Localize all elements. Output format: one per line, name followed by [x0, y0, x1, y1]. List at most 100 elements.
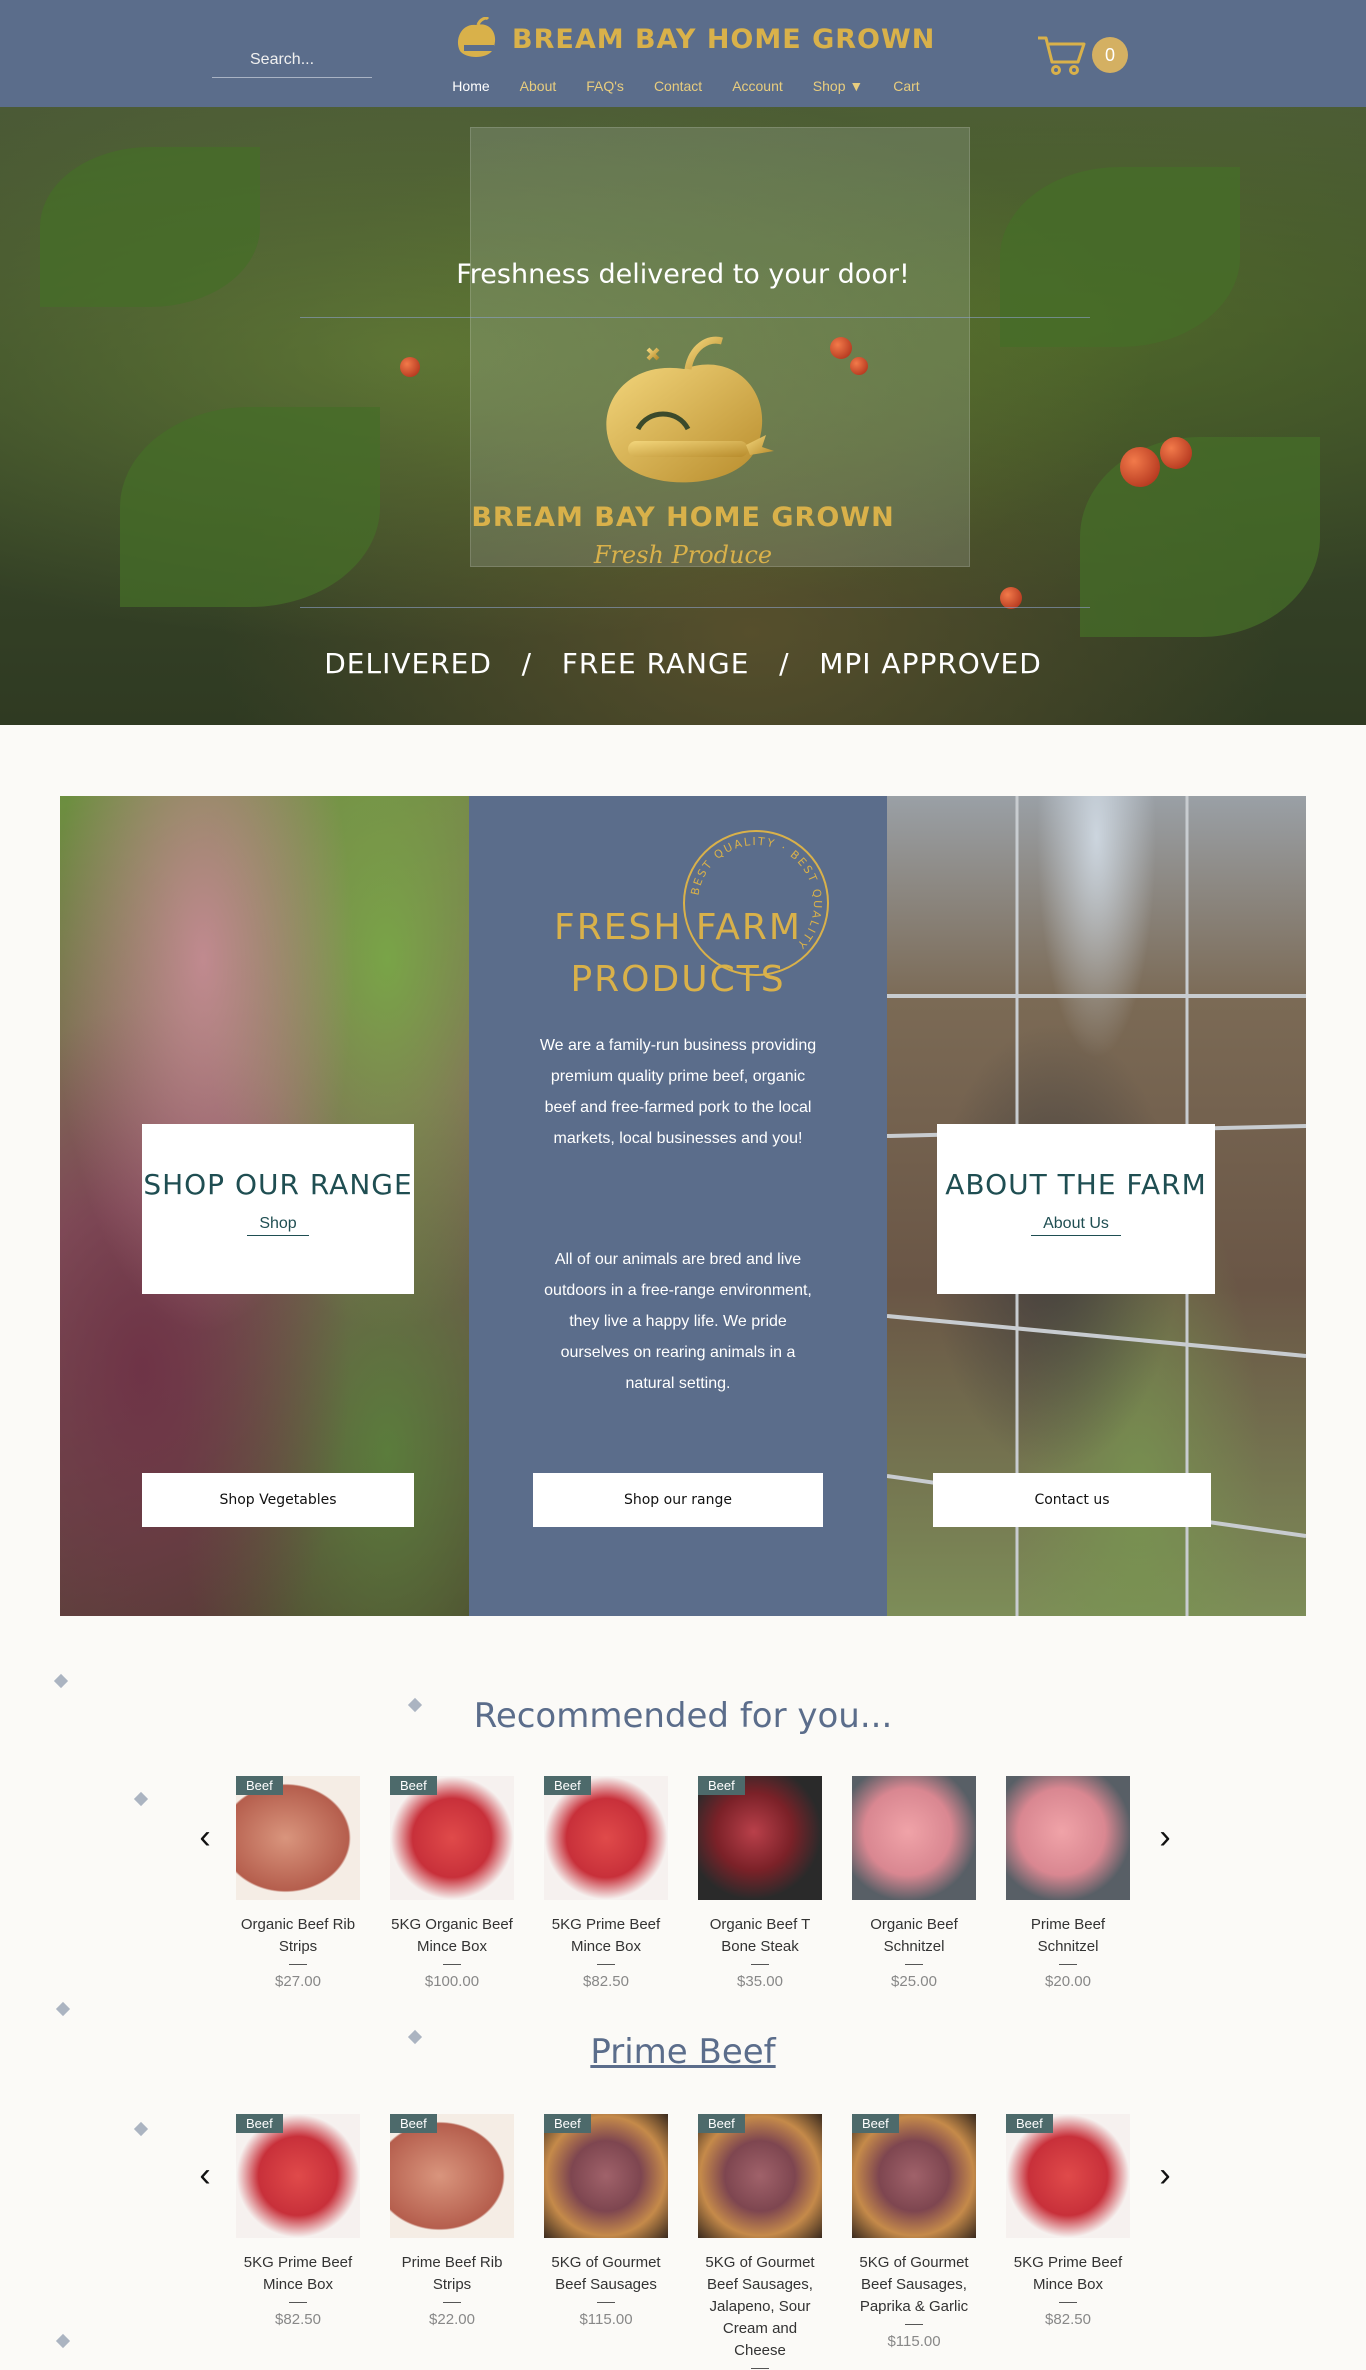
- product-image[interactable]: Beef: [390, 1776, 514, 1900]
- product-card[interactable]: Beef 5KG Prime Beef Mince Box $82.50: [236, 2114, 360, 2370]
- product-name[interactable]: Organic Beef T Bone Steak: [698, 1914, 822, 1958]
- divider: [905, 1964, 923, 1965]
- product-card[interactable]: Beef Organic Beef T Bone Steak $35.00: [698, 1776, 822, 1990]
- chevron-left-icon[interactable]: ‹: [190, 1820, 220, 1854]
- about-farm-card: ABOUT THE FARM About Us: [937, 1124, 1215, 1294]
- product-name[interactable]: 5KG Organic Beef Mince Box: [390, 1914, 514, 1958]
- decor-sparkle: [55, 2001, 71, 2017]
- product-image[interactable]: Beef: [698, 1776, 822, 1900]
- hero-headline: Freshness delivered to your door!: [456, 259, 910, 290]
- search-input[interactable]: [212, 42, 372, 77]
- hero-brand: BREAM BAY HOME GROWN: [471, 502, 895, 533]
- nav-home[interactable]: Home: [452, 78, 489, 94]
- product-card[interactable]: Beef 5KG of Gourmet Beef Sausages, Jalape…: [698, 2114, 822, 2370]
- shop-our-range-button[interactable]: Shop our range: [533, 1473, 823, 1527]
- prime-beef-carousel: ‹ Beef 5KG Prime Beef Mince Box $82.50 Beef…: [190, 2114, 1176, 2369]
- chevron-right-icon[interactable]: ›: [1150, 1820, 1180, 1854]
- product-card[interactable]: Beef Organic Beef Rib Strips $27.00: [236, 1776, 360, 1990]
- feature-panels: SHOP OUR RANGE Shop Shop Vegetables BEST…: [60, 796, 1306, 1616]
- shop-link[interactable]: Shop: [247, 1215, 309, 1236]
- hero-tagline: DELIVERED / FREE RANGE / MPI APPROVED: [324, 647, 1042, 680]
- nav-faqs[interactable]: FAQ's: [586, 78, 624, 94]
- product-name[interactable]: Prime Beef Rib Strips: [390, 2252, 514, 2296]
- category-ribbon: Beef: [544, 2114, 591, 2133]
- chevron-left-icon[interactable]: ‹: [190, 2158, 220, 2192]
- product-name[interactable]: Organic Beef Schnitzel: [852, 1914, 976, 1958]
- product-image[interactable]: [852, 1776, 976, 1900]
- product-card[interactable]: Beef 5KG Prime Beef Mince Box $82.50: [1006, 2114, 1130, 2370]
- product-image[interactable]: Beef: [852, 2114, 976, 2238]
- product-image[interactable]: Beef: [236, 1776, 360, 1900]
- tomato: [850, 357, 868, 375]
- category-ribbon: Beef: [236, 2114, 283, 2133]
- product-price: $100.00: [424, 1973, 480, 1990]
- divider: [289, 1964, 307, 1965]
- decor-sparkle: [53, 1673, 69, 1689]
- nav-shop[interactable]: Shop ▼: [813, 78, 863, 94]
- product-name[interactable]: Organic Beef Rib Strips: [236, 1914, 360, 1958]
- product-image[interactable]: [1006, 1776, 1130, 1900]
- product-image[interactable]: Beef: [544, 1776, 668, 1900]
- contact-us-button[interactable]: Contact us: [933, 1473, 1211, 1527]
- category-ribbon: Beef: [1006, 2114, 1053, 2133]
- shop-vegetables-button[interactable]: Shop Vegetables: [142, 1473, 414, 1527]
- cart-button[interactable]: 0: [1036, 34, 1128, 76]
- nav-cart[interactable]: Cart: [893, 78, 919, 94]
- category-ribbon: Beef: [698, 1776, 745, 1795]
- product-image[interactable]: Beef: [544, 2114, 668, 2238]
- divider: [300, 317, 1090, 318]
- product-image[interactable]: Beef: [236, 2114, 360, 2238]
- category-ribbon: Beef: [852, 2114, 899, 2133]
- tomato: [1000, 587, 1022, 609]
- apple-logo-icon: [457, 17, 496, 58]
- product-image[interactable]: Beef: [1006, 2114, 1130, 2238]
- product-name[interactable]: 5KG Prime Beef Mince Box: [236, 2252, 360, 2296]
- tomato: [1160, 437, 1192, 469]
- category-ribbon: Beef: [236, 1776, 283, 1795]
- divider: [751, 1964, 769, 1965]
- product-price: $22.00: [429, 2311, 475, 2328]
- divider: [905, 2324, 923, 2325]
- foliage: [1080, 437, 1320, 637]
- product-card[interactable]: Beef 5KG Organic Beef Mince Box $100.00: [390, 1776, 514, 1990]
- nav-contact[interactable]: Contact: [654, 78, 702, 94]
- brand-logo[interactable]: BREAM BAY HOME GROWN: [452, 14, 935, 64]
- tomato: [400, 357, 420, 377]
- product-name[interactable]: 5KG Prime Beef Mince Box: [1006, 2252, 1130, 2296]
- product-name[interactable]: Prime Beef Schnitzel: [1006, 1914, 1130, 1958]
- divider: [1059, 1964, 1077, 1965]
- nav-about[interactable]: About: [520, 78, 557, 94]
- product-name[interactable]: 5KG of Gourmet Beef Sausages, Jalapeno, …: [698, 2252, 822, 2362]
- product-name[interactable]: 5KG Prime Beef Mince Box: [544, 1914, 668, 1958]
- category-ribbon: Beef: [544, 1776, 591, 1795]
- product-card[interactable]: Beef 5KG of Gourmet Beef Sausages, Paprik…: [852, 2114, 976, 2370]
- apple-logo-icon: [606, 336, 774, 483]
- divider: [597, 1964, 615, 1965]
- product-card[interactable]: Prime Beef Schnitzel $20.00: [1006, 1776, 1130, 1990]
- card-title: SHOP OUR RANGE: [143, 1168, 413, 1201]
- product-price: $25.00: [891, 1973, 937, 1990]
- divider: [597, 2302, 615, 2303]
- farm-panel: ABOUT THE FARM About Us Contact us: [887, 796, 1306, 1616]
- decor-sparkle: [133, 1791, 149, 1807]
- chevron-right-icon[interactable]: ›: [1150, 2158, 1180, 2192]
- product-image[interactable]: Beef: [390, 2114, 514, 2238]
- intro-paragraph: All of our animals are bred and live out…: [544, 1251, 812, 1392]
- product-price: $82.50: [583, 1973, 629, 1990]
- cart-count-badge: 0: [1092, 37, 1128, 73]
- product-card[interactable]: Beef 5KG of Gourmet Beef Sausages $115.00: [544, 2114, 668, 2370]
- nav-account[interactable]: Account: [732, 78, 783, 94]
- card-title: ABOUT THE FARM: [945, 1168, 1207, 1201]
- product-name[interactable]: 5KG of Gourmet Beef Sausages, Paprika & …: [852, 2252, 976, 2318]
- product-name[interactable]: 5KG of Gourmet Beef Sausages: [544, 2252, 668, 2296]
- site-header: BREAM BAY HOME GROWN Home About FAQ's Co…: [0, 0, 1366, 107]
- product-card[interactable]: Beef 5KG Prime Beef Mince Box $82.50: [544, 1776, 668, 1990]
- product-card[interactable]: Beef Prime Beef Rib Strips $22.00: [390, 2114, 514, 2370]
- search-box[interactable]: [212, 42, 372, 78]
- product-price: $20.00: [1045, 1973, 1091, 1990]
- product-card[interactable]: Organic Beef Schnitzel $25.00: [852, 1776, 976, 1990]
- prime-beef-title[interactable]: Prime Beef: [0, 2032, 1366, 2072]
- about-us-link[interactable]: About Us: [1031, 1215, 1121, 1236]
- product-image[interactable]: Beef: [698, 2114, 822, 2238]
- main-nav: Home About FAQ's Contact Account Shop ▼ …: [0, 78, 1366, 94]
